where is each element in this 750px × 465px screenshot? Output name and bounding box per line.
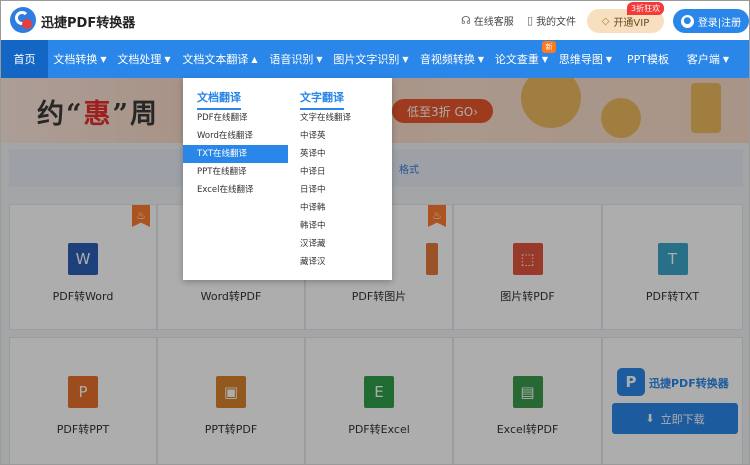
nav-label: 音视频转换 [419,53,475,66]
doc-translate-heading: 文档翻译 [197,89,241,110]
login-register-button[interactable]: ● 登录|注册 [673,9,749,33]
chevron-down-icon: ▼ [164,54,171,64]
menu-item-zh-ja[interactable]: 中译日 [300,163,326,181]
chevron-down-icon: ▼ [722,54,730,64]
new-badge: 新 [542,41,556,53]
menu-item-ppt-translate[interactable]: PPT在线翻译 [197,163,246,181]
nav-label: 图片文字识别 [333,53,400,66]
menu-item-word-translate[interactable]: Word在线翻译 [197,127,253,145]
chevron-down-icon: ▼ [100,54,107,64]
user-icon: ● [680,14,694,28]
menu-item-text-translate[interactable]: 文字在线翻译 [300,109,351,127]
menu-item-ja-zh[interactable]: 日译中 [300,181,326,199]
nav-label: 思维导图 [558,53,603,66]
nav-image-ocr[interactable]: 图片文字识别 ▼ [328,40,414,78]
text-translate-heading: 文字翻译 [300,89,344,110]
headset-icon: ☊ [461,14,471,27]
nav-speech-recognition[interactable]: 语音识别 ▼ [264,40,328,78]
nav-label: 语音识别 [269,53,314,66]
vip-discount-badge: 3折狂欢 [627,2,665,15]
nav-label: 首页 [13,53,36,66]
menu-item-pdf-translate[interactable]: PDF在线翻译 [197,109,248,127]
menu-item-txt-translate[interactable]: TXT在线翻译 [183,145,288,163]
nav-label: 文档处理 [117,53,162,66]
online-service-label: 在线客服 [473,17,514,28]
translate-dropdown-menu: 文档翻译 PDF在线翻译 Word在线翻译 TXT在线翻译 PPT在线翻译 Ex… [183,78,392,280]
main-nav: 首页 文档转换 ▼ 文档处理 ▼ 文档文本翻译 ▲ 语音识别 ▼ 图片文字识别 ▼ 音视频… [1,40,749,78]
diamond-icon: ◇ [601,15,610,27]
my-files-label: 我的文件 [536,17,577,28]
nav-home[interactable]: 首页 [1,40,48,78]
menu-item-zh-ko[interactable]: 中译韩 [300,199,326,217]
chevron-down-icon: ▼ [605,54,613,64]
app-logo-icon[interactable] [10,7,36,33]
chevron-down-icon: ▼ [541,54,549,64]
menu-item-excel-translate[interactable]: Excel在线翻译 [197,181,254,199]
online-service-link[interactable]: ☊ 在线客服 [461,13,514,28]
menu-item-zh-bo[interactable]: 汉译藏 [300,235,326,253]
chevron-down-icon: ▼ [316,54,323,64]
menu-item-zh-en[interactable]: 中译英 [300,127,326,145]
top-header: 迅捷PDF转换器 ☊ 在线客服 ▯ 我的文件 ◇ 开通VIP 3折狂欢 ● 登录… [1,1,749,40]
menu-item-ko-zh[interactable]: 韩译中 [300,217,326,235]
my-files-link[interactable]: ▯ 我的文件 [527,13,576,28]
menu-item-bo-zh[interactable]: 藏译汉 [300,253,326,271]
vip-label: 开通VIP [613,17,650,29]
nav-mind-map[interactable]: 思维导图 ▼ [553,40,618,78]
nav-client[interactable]: 客户端 ▼ [678,40,738,78]
login-label: 登录|注册 [697,17,742,29]
nav-label: 客户端 [686,53,720,66]
menu-item-en-zh[interactable]: 英译中 [300,145,326,163]
chevron-down-icon: ▼ [402,54,409,64]
nav-av-convert[interactable]: 音视频转换 ▼ [414,40,490,78]
chevron-up-icon: ▲ [251,54,258,64]
nav-ppt-templates[interactable]: PPT模板 [618,40,678,78]
chevron-down-icon: ▼ [477,54,485,64]
nav-label: 文档转换 [53,53,98,66]
nav-label: 文档文本翻译 [182,53,249,66]
nav-doc-convert[interactable]: 文档转换 ▼ [48,40,112,78]
app-title[interactable]: 迅捷PDF转换器 [41,12,135,31]
file-icon: ▯ [527,14,534,27]
nav-translate[interactable]: 文档文本翻译 ▲ [176,40,264,78]
nav-label: 论文查重 [494,53,539,66]
nav-label: PPT模板 [627,53,669,66]
nav-doc-process[interactable]: 文档处理 ▼ [112,40,176,78]
page: 迅捷PDF转换器 ☊ 在线客服 ▯ 我的文件 ◇ 开通VIP 3折狂欢 ● 登录… [0,0,750,465]
